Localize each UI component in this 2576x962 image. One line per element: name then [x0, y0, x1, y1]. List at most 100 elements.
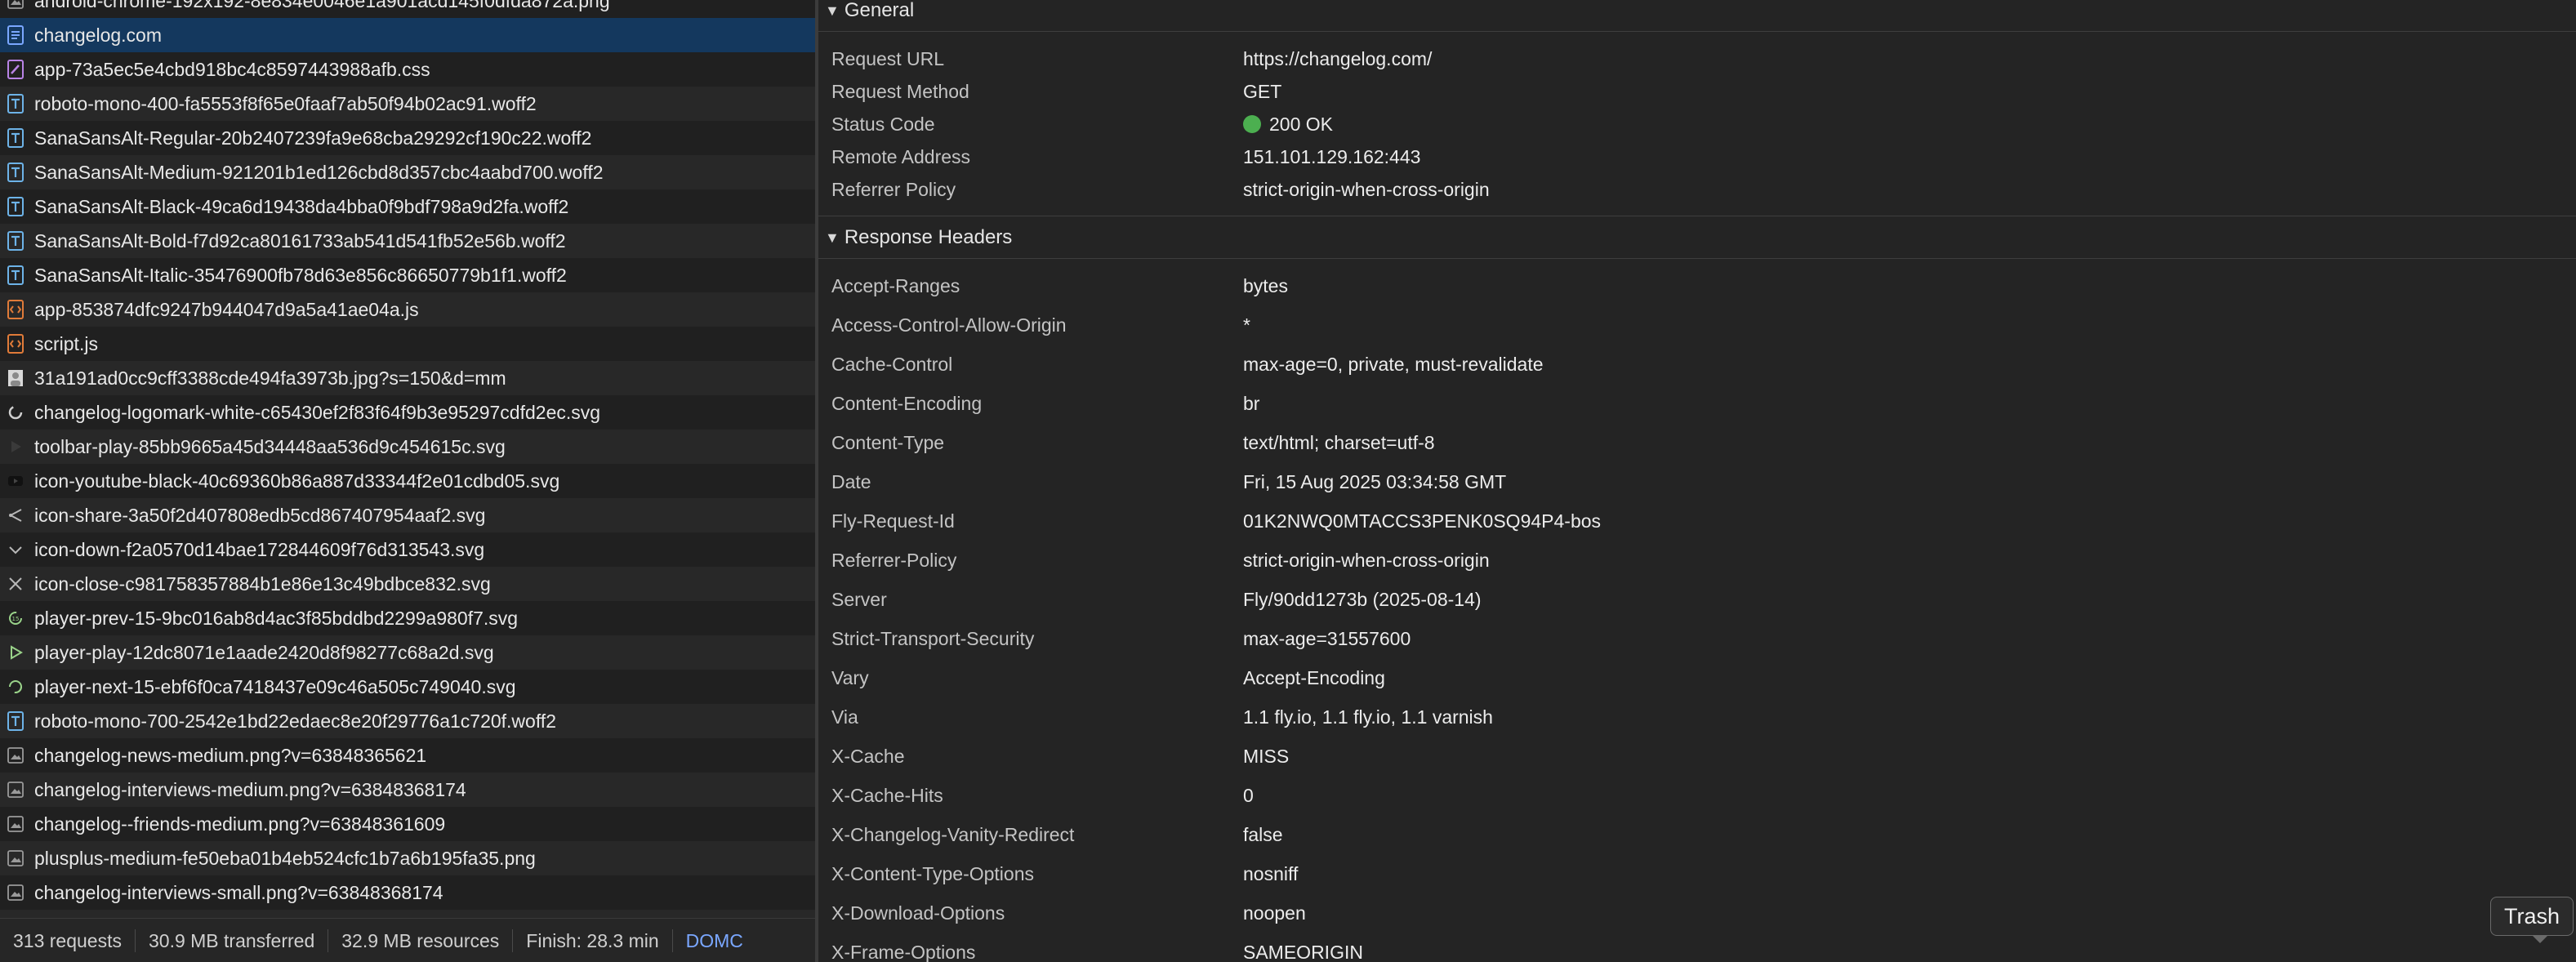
request-name: SanaSansAlt-Italic-35476900fb78d63e856c8… — [34, 264, 567, 286]
photo-thumbnail-icon — [5, 367, 26, 389]
request-row[interactable]: SanaSansAlt-Medium-921201b1ed126cbd8d357… — [0, 155, 815, 189]
header-row[interactable]: Request URL https://changelog.com/ — [818, 42, 2576, 75]
request-row[interactable]: SanaSansAlt-Regular-20b2407239fa9e68cba2… — [0, 121, 815, 155]
header-row[interactable]: X-Cache-Hits 0 — [818, 779, 2576, 812]
header-row[interactable]: X-Cache MISS — [818, 740, 2576, 773]
request-row[interactable]: SanaSansAlt-Italic-35476900fb78d63e856c8… — [0, 258, 815, 292]
header-value: 0 — [1243, 784, 1254, 806]
replay-icon: 15 — [5, 608, 26, 629]
header-value-wrap: GET — [1243, 81, 1281, 103]
request-row[interactable]: changelog.com — [0, 18, 815, 52]
header-row[interactable]: Content-Type text/html; charset=utf-8 — [818, 426, 2576, 459]
request-row[interactable]: player-next-15-ebf6f0ca7418437e09c46a505… — [0, 670, 815, 704]
header-row[interactable]: X-Changelog-Vanity-Redirect false — [818, 818, 2576, 851]
request-row[interactable]: icon-youtube-black-40c69360b86a887d33344… — [0, 464, 815, 498]
request-row[interactable]: script.js — [0, 327, 815, 361]
header-row[interactable]: Vary Accept-Encoding — [818, 661, 2576, 694]
header-row[interactable]: Date Fri, 15 Aug 2025 03:34:58 GMT — [818, 465, 2576, 498]
finish-time: Finish: 28.3 min — [526, 929, 659, 951]
font-icon — [5, 127, 26, 149]
header-name: Fly-Request-Id — [831, 510, 955, 532]
logomark-icon — [5, 402, 26, 423]
request-row[interactable]: roboto-mono-700-2542e1bd22edaec8e20f2977… — [0, 704, 815, 738]
header-name: Content-Encoding — [831, 392, 983, 414]
request-row[interactable]: player-play-12dc8071e1aade2420d8f98277c6… — [0, 635, 815, 670]
request-row[interactable]: icon-down-f2a0570d14bae172844609f76d3135… — [0, 532, 815, 567]
general-section-title: General — [844, 0, 915, 21]
header-row[interactable]: Cache-Control max-age=0, private, must-re… — [818, 348, 2576, 381]
request-row[interactable]: 31a191ad0cc9cff3388cde494fa3973b.jpg?s=1… — [0, 361, 815, 395]
request-row[interactable]: SanaSansAlt-Black-49ca6d19438da4bba0f9bd… — [0, 189, 815, 224]
response-headers-section-header[interactable]: ▼ Response Headers — [818, 222, 2576, 253]
header-value: GET — [1243, 80, 1282, 102]
header-value: nosniff — [1243, 862, 1299, 884]
request-name: script.js — [34, 332, 98, 354]
request-row[interactable]: android-chrome-192x192-8e834e0046e1a901a… — [0, 0, 815, 18]
request-name: player-prev-15-9bc016ab8d4ac3f85bddbd229… — [34, 607, 519, 629]
header-value: MISS — [1243, 745, 1290, 767]
script-icon — [5, 333, 26, 354]
header-row[interactable]: Server Fly/90dd1273b (2025-08-14) — [818, 583, 2576, 616]
header-row[interactable]: Access-Control-Allow-Origin * — [818, 309, 2576, 341]
header-value-wrap: false — [1243, 824, 1283, 846]
header-name: Request Method — [831, 80, 969, 102]
header-value-wrap: MISS — [1243, 746, 1289, 768]
general-section-header[interactable]: ▼ General — [818, 0, 2576, 26]
request-name: changelog.com — [34, 24, 162, 46]
header-value: strict-origin-when-cross-origin — [1243, 178, 1490, 200]
request-row[interactable]: changelog-news-medium.png?v=63848365621 — [0, 738, 815, 773]
forward-icon — [5, 676, 26, 697]
request-row[interactable]: changelog-interviews-medium.png?v=638483… — [0, 773, 815, 807]
request-row[interactable]: icon-close-c981758357884b1e86e13c49bdbce… — [0, 567, 815, 601]
header-value-wrap: br — [1243, 393, 1259, 415]
request-row[interactable]: app-853874dfc9247b944047d9a5a41ae04a.js — [0, 292, 815, 327]
request-list-panel: android-chrome-192x192-8e834e0046e1a901a… — [0, 0, 815, 962]
header-row[interactable]: Fly-Request-Id 01K2NWQ0MTACCS3PENK0SQ94P4… — [818, 505, 2576, 537]
header-row[interactable]: X-Content-Type-Options nosniff — [818, 857, 2576, 890]
header-name: Referrer Policy — [831, 178, 956, 200]
header-value-wrap: strict-origin-when-cross-origin — [1243, 179, 1490, 201]
header-value-wrap: * — [1243, 314, 1250, 336]
header-row[interactable]: X-Download-Options noopen — [818, 897, 2576, 929]
request-row[interactable]: roboto-mono-400-fa5553f8f65e0faaf7ab50f9… — [0, 87, 815, 121]
header-row[interactable]: Strict-Transport-Security max-age=3155760… — [818, 622, 2576, 655]
header-row[interactable]: Via 1.1 fly.io, 1.1 fly.io, 1.1 varnish — [818, 701, 2576, 733]
header-row[interactable]: Remote Address 151.101.129.162:443 — [818, 140, 2576, 173]
header-row[interactable]: Referrer Policy strict-origin-when-cross-… — [818, 173, 2576, 206]
request-row[interactable]: changelog--friends-medium.png?v=63848361… — [0, 807, 815, 841]
header-row[interactable]: Content-Encoding br — [818, 387, 2576, 420]
font-icon — [5, 196, 26, 217]
play-outline-icon — [5, 642, 26, 663]
svg-text:15: 15 — [12, 616, 20, 622]
stylesheet-icon — [5, 59, 26, 80]
request-row[interactable]: icon-share-3a50f2d407808edb5cd867407954a… — [0, 498, 815, 532]
triangle-down-icon: ▼ — [825, 2, 840, 19]
request-row[interactable]: changelog-interviews-small.png?v=6384836… — [0, 875, 815, 910]
header-value-wrap: https://changelog.com/ — [1243, 48, 1432, 70]
request-name: changelog-logomark-white-c65430ef2f83f64… — [34, 401, 601, 423]
header-value: br — [1243, 392, 1260, 414]
header-value: Fri, 15 Aug 2025 03:34:58 GMT — [1243, 470, 1507, 492]
header-value-wrap: Fri, 15 Aug 2025 03:34:58 GMT — [1243, 471, 1506, 493]
request-row[interactable]: plusplus-medium-fe50eba01b4eb524cfc1b7a6… — [0, 841, 815, 875]
header-value: max-age=31557600 — [1243, 627, 1411, 649]
image-icon — [5, 813, 26, 835]
request-row[interactable]: changelog-logomark-white-c65430ef2f83f64… — [0, 395, 815, 430]
header-value-wrap: SAMEORIGIN — [1243, 942, 1363, 962]
header-value: noopen — [1243, 902, 1306, 924]
header-value-wrap: 1.1 fly.io, 1.1 fly.io, 1.1 varnish — [1243, 706, 1493, 728]
request-row[interactable]: toolbar-play-85bb9665a45d34448aa536d9c45… — [0, 430, 815, 464]
font-icon — [5, 93, 26, 114]
header-row[interactable]: Request Method GET — [818, 75, 2576, 108]
header-row[interactable]: Status Code 200 OK — [818, 108, 2576, 140]
header-row[interactable]: Referrer-Policy strict-origin-when-cross-… — [818, 544, 2576, 577]
request-row[interactable]: SanaSansAlt-Bold-f7d92ca80161733ab541d54… — [0, 224, 815, 258]
header-row[interactable]: X-Frame-Options SAMEORIGIN — [818, 936, 2576, 962]
request-row[interactable]: app-73a5ec5e4cbd918bc4c8597443988afb.css — [0, 52, 815, 87]
request-row[interactable]: 15 player-prev-15-9bc016ab8d4ac3f85bddbd2… — [0, 601, 815, 635]
request-name: android-chrome-192x192-8e834e0046e1a901a… — [34, 0, 610, 11]
tooltip-arrow — [2532, 935, 2548, 943]
header-value-wrap: 151.101.129.162:443 — [1243, 146, 1420, 168]
header-row[interactable]: Accept-Ranges bytes — [818, 269, 2576, 302]
image-icon — [5, 882, 26, 903]
